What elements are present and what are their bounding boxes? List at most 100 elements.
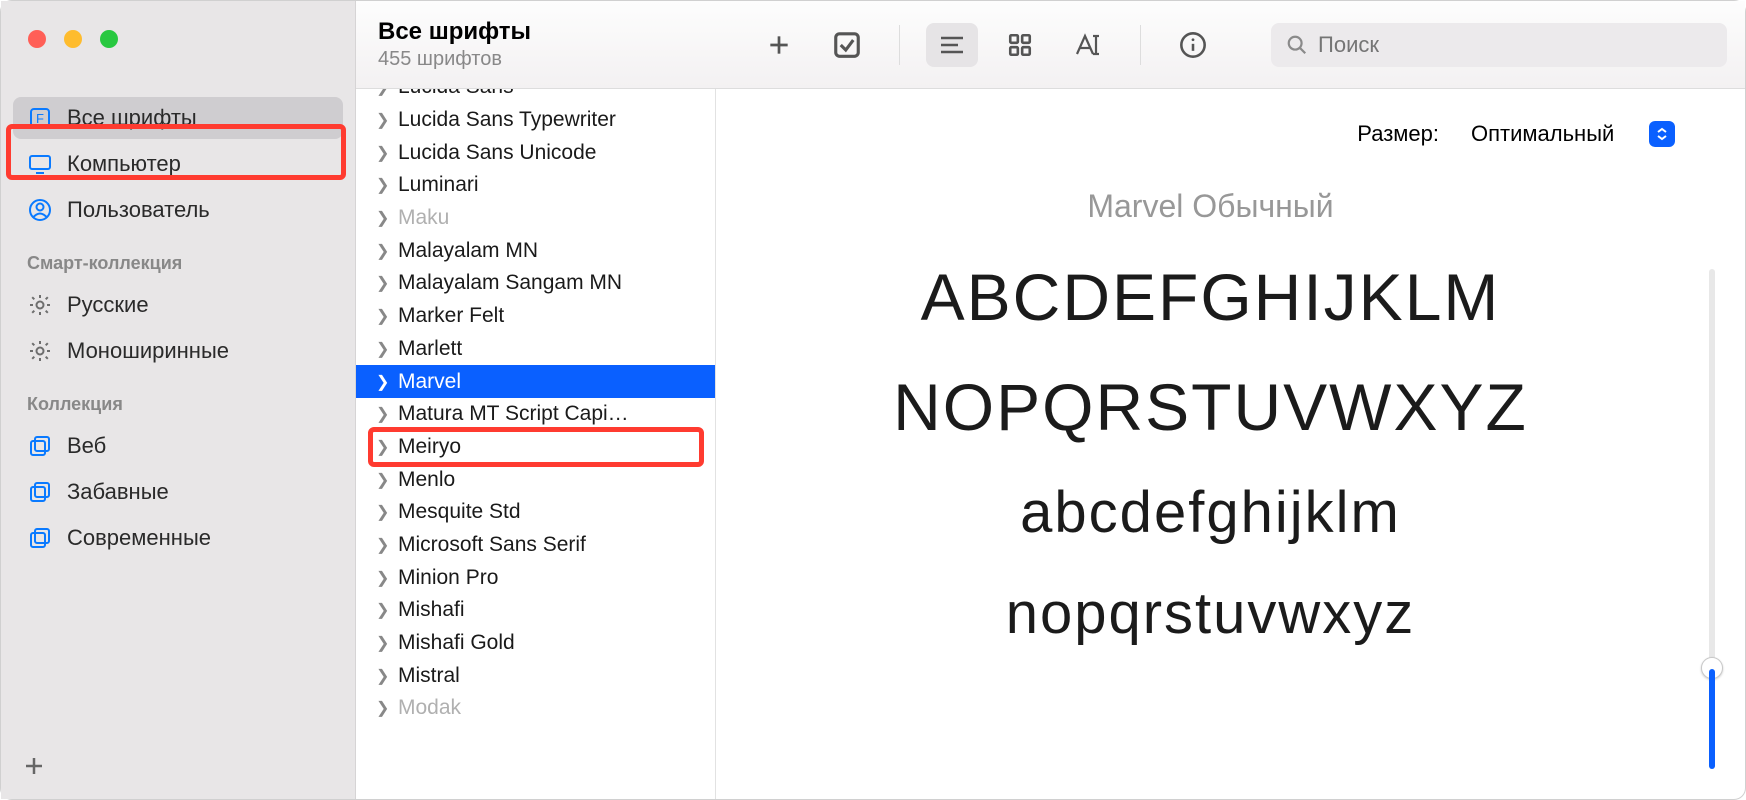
- sidebar-item-label: Компьютер: [67, 151, 181, 177]
- sidebar-item-label: Все шрифты: [67, 105, 197, 131]
- chevron-right-icon: ❯: [376, 306, 390, 326]
- sidebar-section-collection: Коллекция: [13, 376, 343, 421]
- sidebar-item[interactable]: Компьютер: [13, 143, 343, 185]
- enable-font-button[interactable]: [821, 23, 873, 67]
- font-row[interactable]: ❯ Mishafi: [356, 594, 715, 627]
- chevron-right-icon: ❯: [376, 470, 390, 490]
- font-row[interactable]: ❯Marlett: [356, 333, 715, 366]
- font-name: Mishafi: [398, 598, 465, 622]
- chevron-right-icon: ❯: [376, 437, 390, 457]
- toolbar-title-block: Все шрифты 455 шрифтов: [378, 18, 531, 71]
- font-name: Lucida Sans Typewriter: [398, 108, 616, 132]
- chevron-right-icon: ❯: [376, 633, 390, 653]
- font-row[interactable]: ❯ Mistral: [356, 659, 715, 692]
- font-list[interactable]: ❯Lucida Sans❯Lucida Sans Typewriter❯Luci…: [356, 89, 716, 799]
- toolbar: Все шрифты 455 шрифтов: [356, 1, 1745, 89]
- search-icon: [1286, 34, 1308, 56]
- font-name: Malayalam Sangam MN: [398, 271, 622, 295]
- chevron-right-icon: ❯: [376, 666, 390, 686]
- chevron-right-icon: ❯: [376, 600, 390, 620]
- chevron-right-icon: ❯: [376, 241, 390, 261]
- font-name: Luminari: [398, 173, 479, 197]
- close-window-button[interactable]: [28, 30, 46, 48]
- font-row[interactable]: ❯ Mesquite Std: [356, 496, 715, 529]
- stack-icon: [27, 479, 53, 505]
- font-row[interactable]: ❯ Mishafi Gold: [356, 627, 715, 660]
- chevron-right-icon: ❯: [376, 175, 390, 195]
- chevron-right-icon: ❯: [376, 143, 390, 163]
- font-name: Mishafi Gold: [398, 631, 515, 655]
- window-controls: [28, 30, 118, 48]
- font-row[interactable]: ❯ Menlo: [356, 463, 715, 496]
- font-name: Maku: [398, 206, 449, 230]
- sidebar-item-label: Забавные: [67, 479, 169, 505]
- sidebar-item[interactable]: F Все шрифты: [13, 97, 343, 139]
- font-name: Microsoft Sans Serif: [398, 533, 586, 557]
- size-select[interactable]: Оптимальный: [1457, 115, 1675, 152]
- chevron-right-icon: ❯: [376, 502, 390, 522]
- sidebar-item[interactable]: Забавные: [13, 471, 343, 513]
- font-row[interactable]: ❯Maku: [356, 202, 715, 235]
- search-field[interactable]: [1271, 23, 1727, 67]
- font-row[interactable]: ❯ Modak: [356, 692, 715, 725]
- font-name: Matura MT Script Capi…: [398, 402, 629, 426]
- font-name: Marvel: [398, 370, 461, 394]
- sidebar-item[interactable]: Моноширинные: [13, 330, 343, 372]
- size-select-value[interactable]: Оптимальный: [1457, 115, 1655, 152]
- view-sample-button[interactable]: [926, 23, 978, 67]
- font-row[interactable]: ❯Matura MT Script Capi…: [356, 398, 715, 431]
- font-name: Minion Pro: [398, 566, 498, 590]
- font-row[interactable]: ❯Marker Felt: [356, 300, 715, 333]
- font-row[interactable]: ❯Lucida Sans Typewriter: [356, 104, 715, 137]
- svg-text:F: F: [36, 111, 44, 126]
- gear-icon: [27, 292, 53, 318]
- chevron-right-icon: ❯: [376, 89, 390, 97]
- sidebar-item[interactable]: Пользователь: [13, 189, 343, 231]
- font-name: Mesquite Std: [398, 500, 521, 524]
- sidebar-item[interactable]: Веб: [13, 425, 343, 467]
- toolbar-separator: [1140, 25, 1141, 65]
- preview-sample-line: NOPQRSTUVWXYZ: [893, 369, 1528, 445]
- font-row[interactable]: ❯ Marvel: [356, 365, 715, 398]
- size-slider-fill: [1709, 669, 1715, 769]
- font-name: Menlo: [398, 468, 455, 492]
- size-label: Размер:: [1357, 121, 1439, 147]
- sidebar-item-label: Веб: [67, 433, 106, 459]
- font-name: Modak: [398, 696, 461, 720]
- minimize-window-button[interactable]: [64, 30, 82, 48]
- font-name: Mistral: [398, 664, 460, 688]
- sidebar-section-smart: Смарт-коллекция: [13, 235, 343, 280]
- info-button[interactable]: [1167, 23, 1219, 67]
- font-row[interactable]: ❯ Lucida Sans Unicode: [356, 136, 715, 169]
- collection-title: Все шрифты: [378, 18, 531, 46]
- zoom-window-button[interactable]: [100, 30, 118, 48]
- font-name: Malayalam MN: [398, 239, 538, 263]
- font-row[interactable]: ❯Minion Pro: [356, 561, 715, 594]
- sidebar-item[interactable]: Современные: [13, 517, 343, 559]
- stack-icon: [27, 525, 53, 551]
- font-name: Meiryo: [398, 435, 461, 459]
- view-repertoire-button[interactable]: [1062, 23, 1114, 67]
- chevron-right-icon: ❯: [376, 372, 390, 392]
- font-row[interactable]: ❯ Malayalam MN: [356, 234, 715, 267]
- font-row[interactable]: ❯ Luminari: [356, 169, 715, 202]
- chevron-right-icon: ❯: [376, 698, 390, 718]
- font-row[interactable]: ❯ Meiryo: [356, 431, 715, 464]
- font-row[interactable]: ❯Malayalam Sangam MN: [356, 267, 715, 300]
- font-name: Lucida Sans Unicode: [398, 141, 596, 165]
- add-font-button[interactable]: [753, 23, 805, 67]
- collection-count: 455 шрифтов: [378, 48, 531, 71]
- sidebar-item-label: Русские: [67, 292, 149, 318]
- font-icon: F: [27, 105, 53, 131]
- sidebar-item[interactable]: Русские: [13, 284, 343, 326]
- search-input[interactable]: [1318, 32, 1712, 58]
- font-row[interactable]: ❯ Lucida Sans: [356, 89, 715, 104]
- font-row[interactable]: ❯Microsoft Sans Serif: [356, 529, 715, 562]
- preview-sample-line: ABCDEFGHIJKLM: [921, 259, 1501, 335]
- font-name: Lucida Sans: [398, 89, 514, 99]
- sidebar-item-label: Моноширинные: [67, 338, 229, 364]
- sidebar-item-label: Современные: [67, 525, 211, 551]
- view-grid-button[interactable]: [994, 23, 1046, 67]
- add-collection-button[interactable]: [22, 754, 46, 778]
- gear-icon: [27, 338, 53, 364]
